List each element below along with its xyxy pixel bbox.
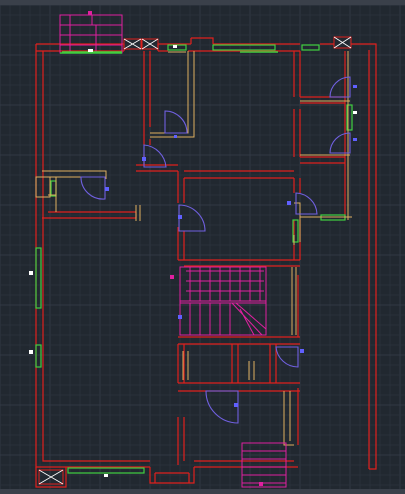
fixtures-layer <box>35 51 352 446</box>
grip-point <box>104 474 108 477</box>
window <box>212 44 276 51</box>
door-swing <box>275 346 299 368</box>
grip-point <box>170 275 174 279</box>
grip-point <box>259 482 263 486</box>
door-swing <box>80 176 106 200</box>
door-swing <box>205 390 239 424</box>
grip-point <box>29 350 33 354</box>
stairs-layer <box>59 14 287 488</box>
grip-point <box>105 187 109 191</box>
grip-point <box>353 138 357 141</box>
door-swing <box>178 204 206 232</box>
status-strip <box>0 489 405 494</box>
grip-point <box>29 271 33 275</box>
grip-point <box>300 349 304 353</box>
grip-point <box>88 49 93 52</box>
grip-point <box>287 201 291 205</box>
grip-point <box>178 215 182 219</box>
grip-point <box>173 45 177 48</box>
grip-point <box>174 135 177 138</box>
door-swing <box>164 110 188 134</box>
grip-point <box>234 403 238 407</box>
grip-point <box>353 111 357 114</box>
grip-point <box>88 11 92 15</box>
window <box>67 467 145 474</box>
grip-point <box>178 315 182 319</box>
window <box>50 180 57 197</box>
drawing-canvas[interactable] <box>0 5 405 489</box>
grip-point <box>142 157 146 161</box>
door-swing <box>143 144 167 168</box>
grip-point <box>353 85 357 88</box>
